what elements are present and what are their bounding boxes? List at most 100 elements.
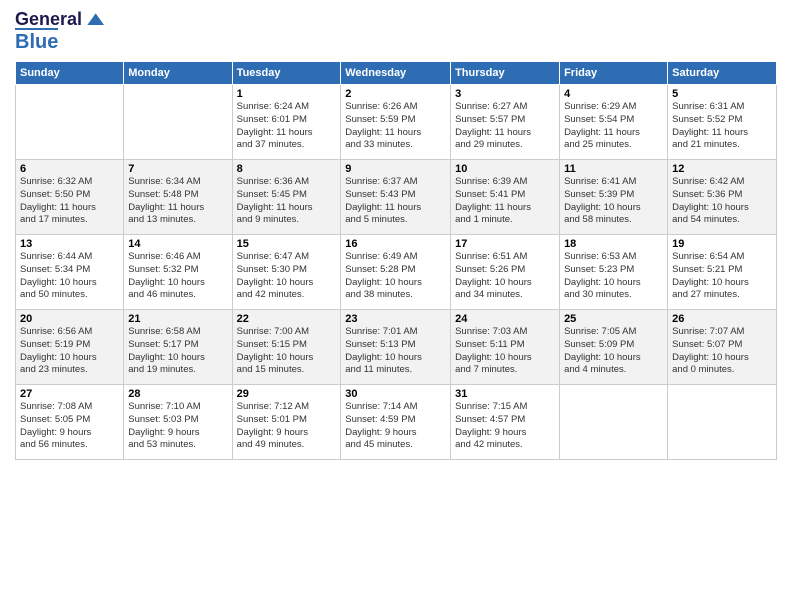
day-number: 18	[564, 238, 663, 250]
day-number: 7	[128, 163, 227, 175]
calendar-cell	[16, 85, 124, 160]
header: General Blue	[15, 10, 777, 53]
day-info: Sunrise: 6:39 AM Sunset: 5:41 PM Dayligh…	[455, 176, 555, 227]
day-number: 31	[455, 388, 555, 400]
calendar-cell: 19Sunrise: 6:54 AM Sunset: 5:21 PM Dayli…	[668, 235, 777, 310]
day-number: 14	[128, 238, 227, 250]
day-info: Sunrise: 6:49 AM Sunset: 5:28 PM Dayligh…	[345, 251, 446, 302]
calendar-cell: 17Sunrise: 6:51 AM Sunset: 5:26 PM Dayli…	[451, 235, 560, 310]
day-number: 4	[564, 88, 663, 100]
calendar-cell: 14Sunrise: 6:46 AM Sunset: 5:32 PM Dayli…	[124, 235, 232, 310]
weekday-header-monday: Monday	[124, 62, 232, 85]
week-row-4: 20Sunrise: 6:56 AM Sunset: 5:19 PM Dayli…	[16, 310, 777, 385]
calendar-cell: 11Sunrise: 6:41 AM Sunset: 5:39 PM Dayli…	[560, 160, 668, 235]
day-info: Sunrise: 6:51 AM Sunset: 5:26 PM Dayligh…	[455, 251, 555, 302]
calendar-cell: 1Sunrise: 6:24 AM Sunset: 6:01 PM Daylig…	[232, 85, 341, 160]
calendar-cell: 15Sunrise: 6:47 AM Sunset: 5:30 PM Dayli…	[232, 235, 341, 310]
calendar-cell: 21Sunrise: 6:58 AM Sunset: 5:17 PM Dayli…	[124, 310, 232, 385]
day-info: Sunrise: 7:08 AM Sunset: 5:05 PM Dayligh…	[20, 401, 119, 452]
calendar-cell	[124, 85, 232, 160]
day-number: 30	[345, 388, 446, 400]
day-info: Sunrise: 6:53 AM Sunset: 5:23 PM Dayligh…	[564, 251, 663, 302]
day-number: 11	[564, 163, 663, 175]
day-number: 9	[345, 163, 446, 175]
weekday-header-sunday: Sunday	[16, 62, 124, 85]
logo-text-general: General	[15, 10, 82, 30]
calendar-cell: 4Sunrise: 6:29 AM Sunset: 5:54 PM Daylig…	[560, 85, 668, 160]
day-info: Sunrise: 7:14 AM Sunset: 4:59 PM Dayligh…	[345, 401, 446, 452]
day-info: Sunrise: 6:27 AM Sunset: 5:57 PM Dayligh…	[455, 101, 555, 152]
day-info: Sunrise: 7:05 AM Sunset: 5:09 PM Dayligh…	[564, 326, 663, 377]
day-number: 8	[237, 163, 337, 175]
day-info: Sunrise: 6:32 AM Sunset: 5:50 PM Dayligh…	[20, 176, 119, 227]
day-number: 3	[455, 88, 555, 100]
weekday-header-saturday: Saturday	[668, 62, 777, 85]
day-number: 17	[455, 238, 555, 250]
calendar-cell: 31Sunrise: 7:15 AM Sunset: 4:57 PM Dayli…	[451, 385, 560, 460]
page: General Blue SundayMondayTuesdayWednesda…	[0, 0, 792, 612]
day-info: Sunrise: 6:29 AM Sunset: 5:54 PM Dayligh…	[564, 101, 663, 152]
day-info: Sunrise: 6:58 AM Sunset: 5:17 PM Dayligh…	[128, 326, 227, 377]
calendar-cell: 9Sunrise: 6:37 AM Sunset: 5:43 PM Daylig…	[341, 160, 451, 235]
day-number: 29	[237, 388, 337, 400]
day-number: 13	[20, 238, 119, 250]
calendar-cell: 3Sunrise: 6:27 AM Sunset: 5:57 PM Daylig…	[451, 85, 560, 160]
calendar-cell: 13Sunrise: 6:44 AM Sunset: 5:34 PM Dayli…	[16, 235, 124, 310]
day-info: Sunrise: 6:31 AM Sunset: 5:52 PM Dayligh…	[672, 101, 772, 152]
calendar-cell: 12Sunrise: 6:42 AM Sunset: 5:36 PM Dayli…	[668, 160, 777, 235]
day-info: Sunrise: 7:07 AM Sunset: 5:07 PM Dayligh…	[672, 326, 772, 377]
calendar-cell: 25Sunrise: 7:05 AM Sunset: 5:09 PM Dayli…	[560, 310, 668, 385]
day-info: Sunrise: 7:12 AM Sunset: 5:01 PM Dayligh…	[237, 401, 337, 452]
calendar-cell: 30Sunrise: 7:14 AM Sunset: 4:59 PM Dayli…	[341, 385, 451, 460]
day-info: Sunrise: 7:10 AM Sunset: 5:03 PM Dayligh…	[128, 401, 227, 452]
weekday-header-wednesday: Wednesday	[341, 62, 451, 85]
calendar-cell: 27Sunrise: 7:08 AM Sunset: 5:05 PM Dayli…	[16, 385, 124, 460]
calendar-cell	[560, 385, 668, 460]
logo: General Blue	[15, 10, 104, 53]
day-number: 26	[672, 313, 772, 325]
day-number: 12	[672, 163, 772, 175]
day-number: 6	[20, 163, 119, 175]
day-info: Sunrise: 6:34 AM Sunset: 5:48 PM Dayligh…	[128, 176, 227, 227]
day-number: 24	[455, 313, 555, 325]
day-number: 27	[20, 388, 119, 400]
day-info: Sunrise: 6:54 AM Sunset: 5:21 PM Dayligh…	[672, 251, 772, 302]
day-info: Sunrise: 6:46 AM Sunset: 5:32 PM Dayligh…	[128, 251, 227, 302]
day-info: Sunrise: 7:15 AM Sunset: 4:57 PM Dayligh…	[455, 401, 555, 452]
day-number: 2	[345, 88, 446, 100]
calendar-cell: 23Sunrise: 7:01 AM Sunset: 5:13 PM Dayli…	[341, 310, 451, 385]
day-number: 5	[672, 88, 772, 100]
logo-text-blue: Blue	[15, 28, 58, 53]
day-number: 25	[564, 313, 663, 325]
calendar-cell: 29Sunrise: 7:12 AM Sunset: 5:01 PM Dayli…	[232, 385, 341, 460]
calendar-cell: 24Sunrise: 7:03 AM Sunset: 5:11 PM Dayli…	[451, 310, 560, 385]
weekday-header-friday: Friday	[560, 62, 668, 85]
calendar-cell: 16Sunrise: 6:49 AM Sunset: 5:28 PM Dayli…	[341, 235, 451, 310]
calendar-cell	[668, 385, 777, 460]
week-row-5: 27Sunrise: 7:08 AM Sunset: 5:05 PM Dayli…	[16, 385, 777, 460]
day-info: Sunrise: 6:26 AM Sunset: 5:59 PM Dayligh…	[345, 101, 446, 152]
day-info: Sunrise: 6:44 AM Sunset: 5:34 PM Dayligh…	[20, 251, 119, 302]
day-info: Sunrise: 6:56 AM Sunset: 5:19 PM Dayligh…	[20, 326, 119, 377]
calendar-cell: 2Sunrise: 6:26 AM Sunset: 5:59 PM Daylig…	[341, 85, 451, 160]
calendar-cell: 8Sunrise: 6:36 AM Sunset: 5:45 PM Daylig…	[232, 160, 341, 235]
calendar-cell: 10Sunrise: 6:39 AM Sunset: 5:41 PM Dayli…	[451, 160, 560, 235]
calendar-cell: 26Sunrise: 7:07 AM Sunset: 5:07 PM Dayli…	[668, 310, 777, 385]
day-number: 23	[345, 313, 446, 325]
weekday-header-thursday: Thursday	[451, 62, 560, 85]
calendar-cell: 22Sunrise: 7:00 AM Sunset: 5:15 PM Dayli…	[232, 310, 341, 385]
day-info: Sunrise: 6:36 AM Sunset: 5:45 PM Dayligh…	[237, 176, 337, 227]
week-row-3: 13Sunrise: 6:44 AM Sunset: 5:34 PM Dayli…	[16, 235, 777, 310]
day-number: 28	[128, 388, 227, 400]
day-info: Sunrise: 6:42 AM Sunset: 5:36 PM Dayligh…	[672, 176, 772, 227]
day-info: Sunrise: 6:24 AM Sunset: 6:01 PM Dayligh…	[237, 101, 337, 152]
day-number: 22	[237, 313, 337, 325]
day-number: 1	[237, 88, 337, 100]
week-row-1: 1Sunrise: 6:24 AM Sunset: 6:01 PM Daylig…	[16, 85, 777, 160]
day-info: Sunrise: 7:00 AM Sunset: 5:15 PM Dayligh…	[237, 326, 337, 377]
day-number: 16	[345, 238, 446, 250]
day-info: Sunrise: 6:47 AM Sunset: 5:30 PM Dayligh…	[237, 251, 337, 302]
weekday-header-row: SundayMondayTuesdayWednesdayThursdayFrid…	[16, 62, 777, 85]
day-number: 10	[455, 163, 555, 175]
calendar-cell: 20Sunrise: 6:56 AM Sunset: 5:19 PM Dayli…	[16, 310, 124, 385]
